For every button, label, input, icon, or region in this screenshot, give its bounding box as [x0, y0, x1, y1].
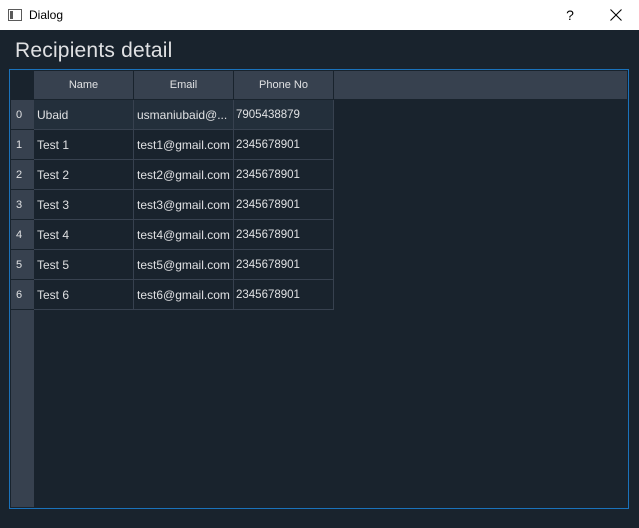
cell-name[interactable]: Test 3 — [34, 190, 134, 220]
window-icon — [8, 9, 22, 21]
recipients-table[interactable]: Name Email Phone No 0 1 2 3 4 5 6 Ubaid … — [9, 69, 629, 509]
column-header-name[interactable]: Name — [34, 71, 134, 99]
cell-phone[interactable]: 2345678901 — [234, 160, 334, 190]
table-row: Test 2 test2@gmail.com 2345678901 — [34, 160, 334, 190]
cell-email[interactable]: test6@gmail.com — [134, 280, 234, 310]
table-row: Test 5 test5@gmail.com 2345678901 — [34, 250, 334, 280]
row-header-1[interactable]: 1 — [11, 130, 34, 160]
cell-phone[interactable]: 2345678901 — [234, 250, 334, 280]
row-header-3[interactable]: 3 — [11, 190, 34, 220]
column-header-filler — [334, 71, 627, 99]
table-row: Test 1 test1@gmail.com 2345678901 — [34, 130, 334, 160]
page-title: Recipients details — [15, 39, 173, 62]
cell-phone[interactable]: 2345678901 — [234, 220, 334, 250]
cell-email[interactable]: test4@gmail.com — [134, 220, 234, 250]
row-header-4[interactable]: 4 — [11, 220, 34, 250]
cell-name[interactable]: Test 4 — [34, 220, 134, 250]
cell-name[interactable]: Test 2 — [34, 160, 134, 190]
cell-name[interactable]: Test 5 — [34, 250, 134, 280]
cell-name[interactable]: Test 1 — [34, 130, 134, 160]
row-header-2[interactable]: 2 — [11, 160, 34, 190]
cell-phone[interactable]: 7905438879 — [234, 100, 334, 130]
table-body: Ubaid usmaniubaid@... 7905438879 Test 1 … — [34, 100, 334, 310]
cell-name[interactable]: Test 6 — [34, 280, 134, 310]
help-button[interactable]: ? — [547, 0, 593, 30]
row-header-5[interactable]: 5 — [11, 250, 34, 280]
cell-phone[interactable]: 2345678901 — [234, 190, 334, 220]
table-row: Test 6 test6@gmail.com 2345678901 — [34, 280, 334, 310]
column-header: Name Email Phone No — [34, 71, 627, 99]
cell-email[interactable]: test5@gmail.com — [134, 250, 234, 280]
cell-email[interactable]: test2@gmail.com — [134, 160, 234, 190]
column-header-phone[interactable]: Phone No — [234, 71, 334, 99]
table-corner-button[interactable] — [10, 70, 34, 100]
cell-email[interactable]: usmaniubaid@... — [134, 100, 234, 130]
row-header: 0 1 2 3 4 5 6 — [11, 100, 34, 507]
cell-email[interactable]: test3@gmail.com — [134, 190, 234, 220]
cell-name[interactable]: Ubaid — [34, 100, 134, 130]
table-row: Test 4 test4@gmail.com 2345678901 — [34, 220, 334, 250]
cell-email[interactable]: test1@gmail.com — [134, 130, 234, 160]
cell-phone[interactable]: 2345678901 — [234, 280, 334, 310]
title-bar: Dialog ? — [0, 0, 639, 30]
table-row: Ubaid usmaniubaid@... 7905438879 — [34, 100, 334, 130]
close-icon — [610, 9, 622, 21]
row-header-0[interactable]: 0 — [11, 100, 34, 130]
row-header-6[interactable]: 6 — [11, 280, 34, 310]
window-title: Dialog — [29, 8, 64, 22]
cell-phone[interactable]: 2345678901 — [234, 130, 334, 160]
table-row: Test 3 test3@gmail.com 2345678901 — [34, 190, 334, 220]
close-button[interactable] — [593, 0, 639, 30]
column-header-email[interactable]: Email — [134, 71, 234, 99]
